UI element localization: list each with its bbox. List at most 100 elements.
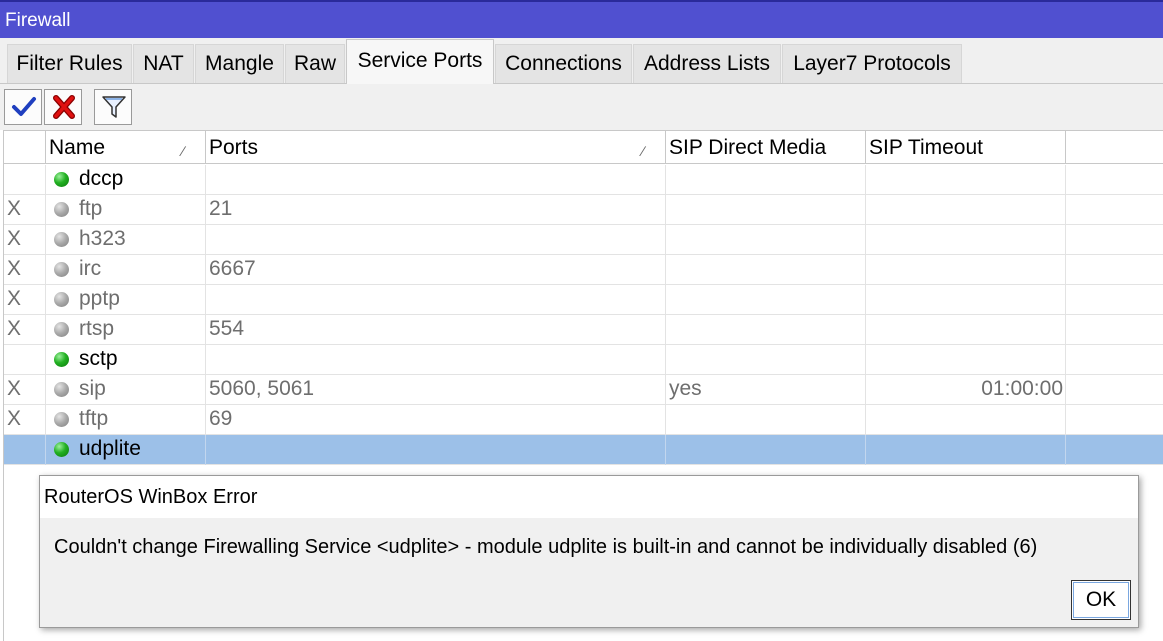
- window-title: Firewall: [5, 10, 71, 31]
- enable-button[interactable]: [4, 89, 42, 125]
- row-sip-direct-media: [666, 405, 866, 435]
- row-sip-timeout: [866, 345, 1066, 375]
- row-name: udplite: [79, 437, 141, 460]
- column-header-sip-direct-media[interactable]: SIP Direct Media: [666, 131, 866, 164]
- tab-layer7-protocols[interactable]: Layer7 Protocols: [782, 44, 962, 83]
- tab-service-ports[interactable]: Service Ports: [346, 39, 494, 84]
- row-name-cell: dccp: [46, 165, 206, 195]
- table-row[interactable]: dccp: [4, 165, 1163, 195]
- row-disabled-flag: X: [4, 375, 46, 405]
- filter-funnel-icon: [102, 96, 126, 118]
- row-sip-direct-media: [666, 195, 866, 225]
- status-disabled-icon: [54, 382, 69, 397]
- row-sip-direct-media: [666, 225, 866, 255]
- row-disabled-flag: X: [4, 285, 46, 315]
- row-sip-direct-media: [666, 165, 866, 195]
- row-name: dccp: [79, 167, 124, 190]
- sort-indicator-icon: ∕: [642, 143, 645, 159]
- disable-button[interactable]: [44, 89, 82, 125]
- row-sip-timeout: [866, 315, 1066, 345]
- window-titlebar: Firewall: [0, 0, 1163, 38]
- row-ports: 6667: [206, 255, 666, 285]
- row-ports: [206, 435, 666, 465]
- table-row[interactable]: udplite: [4, 435, 1163, 465]
- row-ports: [206, 285, 666, 315]
- row-disabled-flag: X: [4, 255, 46, 285]
- dialog-message: Couldn't change Firewalling Service <udp…: [54, 536, 1038, 558]
- row-sip-timeout: [866, 435, 1066, 465]
- row-name-cell: tftp: [46, 405, 206, 435]
- table-row[interactable]: Xrtsp 554: [4, 315, 1163, 345]
- filter-button[interactable]: [94, 89, 132, 125]
- column-header-sip-timeout[interactable]: SIP Timeout: [866, 131, 1066, 164]
- row-sip-timeout: [866, 405, 1066, 435]
- tab-address-lists[interactable]: Address Lists: [633, 44, 781, 83]
- row-name-cell: irc: [46, 255, 206, 285]
- row-sip-timeout: [866, 255, 1066, 285]
- row-disabled-flag: X: [4, 405, 46, 435]
- row-name-cell: h323: [46, 225, 206, 255]
- status-disabled-icon: [54, 292, 69, 307]
- row-name-cell: sctp: [46, 345, 206, 375]
- row-sip-timeout: [866, 165, 1066, 195]
- tab-bar: Filter Rules NAT Mangle Raw Service Port…: [0, 38, 1163, 84]
- row-sip-direct-media: [666, 255, 866, 285]
- row-sip-direct-media: [666, 315, 866, 345]
- row-name-cell: ftp: [46, 195, 206, 225]
- error-dialog: RouterOS WinBox Error Couldn't change Fi…: [39, 475, 1139, 628]
- ok-button[interactable]: OK: [1071, 580, 1131, 620]
- row-ports: 5060, 5061: [206, 375, 666, 405]
- tab-filter-rules[interactable]: Filter Rules: [7, 44, 132, 83]
- table-header: Name ∕ Ports ∕ SIP Direct Media SIP Time…: [4, 130, 1163, 164]
- row-disabled-flag: [4, 435, 46, 465]
- status-disabled-icon: [54, 202, 69, 217]
- tab-raw[interactable]: Raw: [285, 44, 345, 83]
- column-header-flags[interactable]: [4, 131, 46, 164]
- row-sip-timeout: 01:00:00: [866, 375, 1066, 405]
- table-row[interactable]: Xsip 5060, 5061 yes 01:00:00: [4, 375, 1163, 405]
- row-sip-direct-media: [666, 435, 866, 465]
- table-row[interactable]: sctp: [4, 345, 1163, 375]
- row-name: rtsp: [79, 317, 115, 340]
- status-disabled-icon: [54, 412, 69, 427]
- row-disabled-flag: [4, 165, 46, 195]
- row-name: pptp: [79, 287, 120, 310]
- row-ports: 69: [206, 405, 666, 435]
- tab-nat[interactable]: NAT: [133, 44, 194, 83]
- table-row[interactable]: Xh323: [4, 225, 1163, 255]
- row-sip-timeout: [866, 285, 1066, 315]
- checkmark-icon: [12, 97, 36, 116]
- tab-mangle[interactable]: Mangle: [195, 44, 284, 83]
- row-name-cell: udplite: [46, 435, 206, 465]
- row-name: sctp: [79, 347, 118, 370]
- status-disabled-icon: [54, 232, 69, 247]
- table-row[interactable]: Xpptp: [4, 285, 1163, 315]
- row-ports: 554: [206, 315, 666, 345]
- row-name: ftp: [79, 197, 103, 220]
- status-enabled-icon: [54, 442, 69, 457]
- table-row[interactable]: Xftp 21: [4, 195, 1163, 225]
- status-disabled-icon: [54, 322, 69, 337]
- row-name: tftp: [79, 407, 109, 430]
- row-name-cell: sip: [46, 375, 206, 405]
- row-sip-direct-media: [666, 285, 866, 315]
- table-row[interactable]: Xtftp 69: [4, 405, 1163, 435]
- column-header-name[interactable]: Name ∕: [46, 131, 206, 164]
- toolbar: [0, 84, 1163, 130]
- table-row[interactable]: Xirc 6667: [4, 255, 1163, 285]
- sort-indicator-icon: ∕: [182, 143, 185, 159]
- x-icon: [53, 95, 75, 119]
- row-sip-timeout: [866, 195, 1066, 225]
- row-name: h323: [79, 227, 126, 250]
- row-name-cell: rtsp: [46, 315, 206, 345]
- status-disabled-icon: [54, 262, 69, 277]
- row-sip-direct-media: yes: [666, 375, 866, 405]
- dialog-title: RouterOS WinBox Error: [40, 476, 1138, 518]
- row-sip-direct-media: [666, 345, 866, 375]
- row-disabled-flag: [4, 345, 46, 375]
- row-name-cell: pptp: [46, 285, 206, 315]
- row-ports: 21: [206, 195, 666, 225]
- column-header-ports[interactable]: Ports ∕: [206, 131, 666, 164]
- row-disabled-flag: X: [4, 315, 46, 345]
- tab-connections[interactable]: Connections: [495, 44, 632, 83]
